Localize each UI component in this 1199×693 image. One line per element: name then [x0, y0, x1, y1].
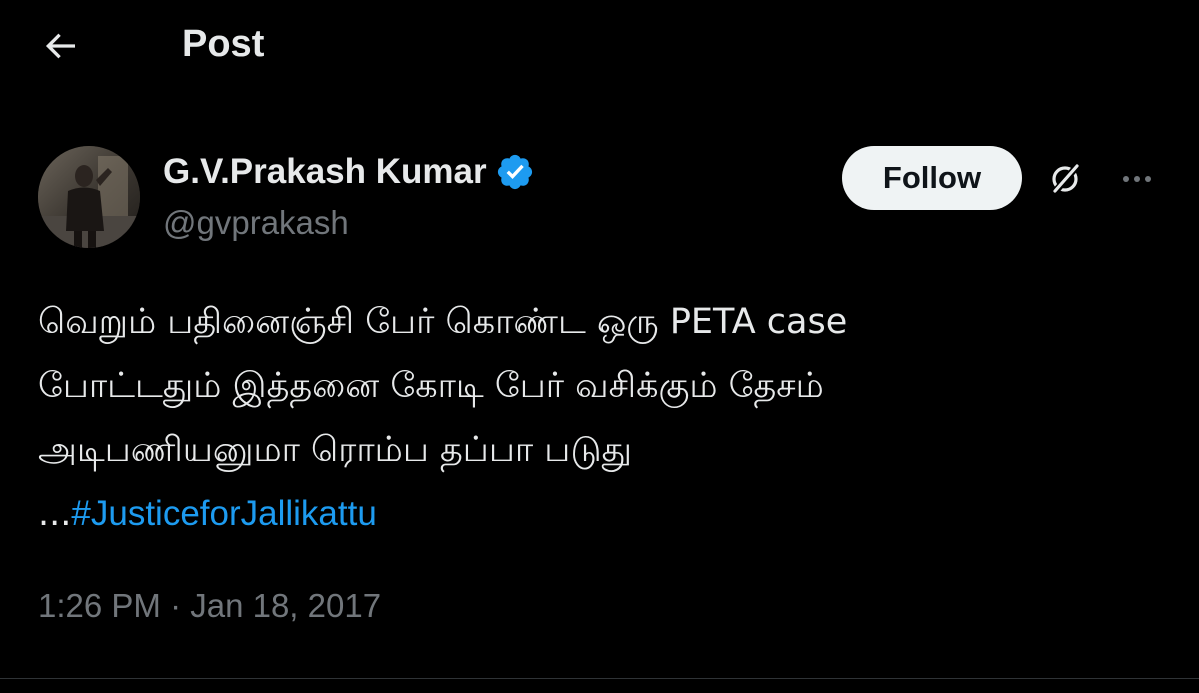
page-title: Post	[182, 23, 265, 65]
verified-badge-icon	[495, 152, 535, 192]
avatar-photo	[38, 146, 140, 248]
back-button[interactable]	[36, 22, 84, 70]
avatar[interactable]	[38, 146, 140, 248]
post-timestamp[interactable]: 1:26 PM · Jan 18, 2017	[38, 585, 381, 627]
more-button[interactable]	[1112, 154, 1162, 204]
tweet-line: வெறும் பதினைஞ்சி பேர் கொண்ட ஒரு PETA cas…	[38, 302, 848, 342]
display-name[interactable]: G.V.Prakash Kumar	[163, 150, 487, 194]
tweet-line: போட்டதும் இத்தனை கோடி பேர் வசிக்கும் தேச…	[38, 366, 824, 406]
grok-button[interactable]	[1040, 154, 1090, 204]
ellipsis: ...	[38, 494, 72, 534]
more-horizontal-icon	[1123, 176, 1151, 182]
divider	[0, 678, 1199, 679]
hashtag-link[interactable]: #JusticeforJallikattu	[71, 494, 376, 533]
follow-button[interactable]: Follow	[842, 146, 1022, 210]
tweet-line: அடிபணியனுமா ரொம்ப தப்பா படுது	[38, 430, 632, 470]
display-name-row[interactable]: G.V.Prakash Kumar	[163, 150, 535, 194]
tweet-text: வெறும் பதினைஞ்சி பேர் கொண்ட ஒரு PETA cas…	[38, 290, 1168, 546]
grok-icon	[1051, 162, 1081, 196]
post-page: Post G.V.Prakash Kumar @gvprakash Follow…	[0, 0, 1199, 693]
arrow-left-icon	[45, 33, 75, 59]
user-handle[interactable]: @gvprakash	[163, 202, 349, 244]
header: Post	[0, 0, 1199, 90]
tweet-hashtag-line: ...#JusticeforJallikattu	[38, 482, 1168, 546]
